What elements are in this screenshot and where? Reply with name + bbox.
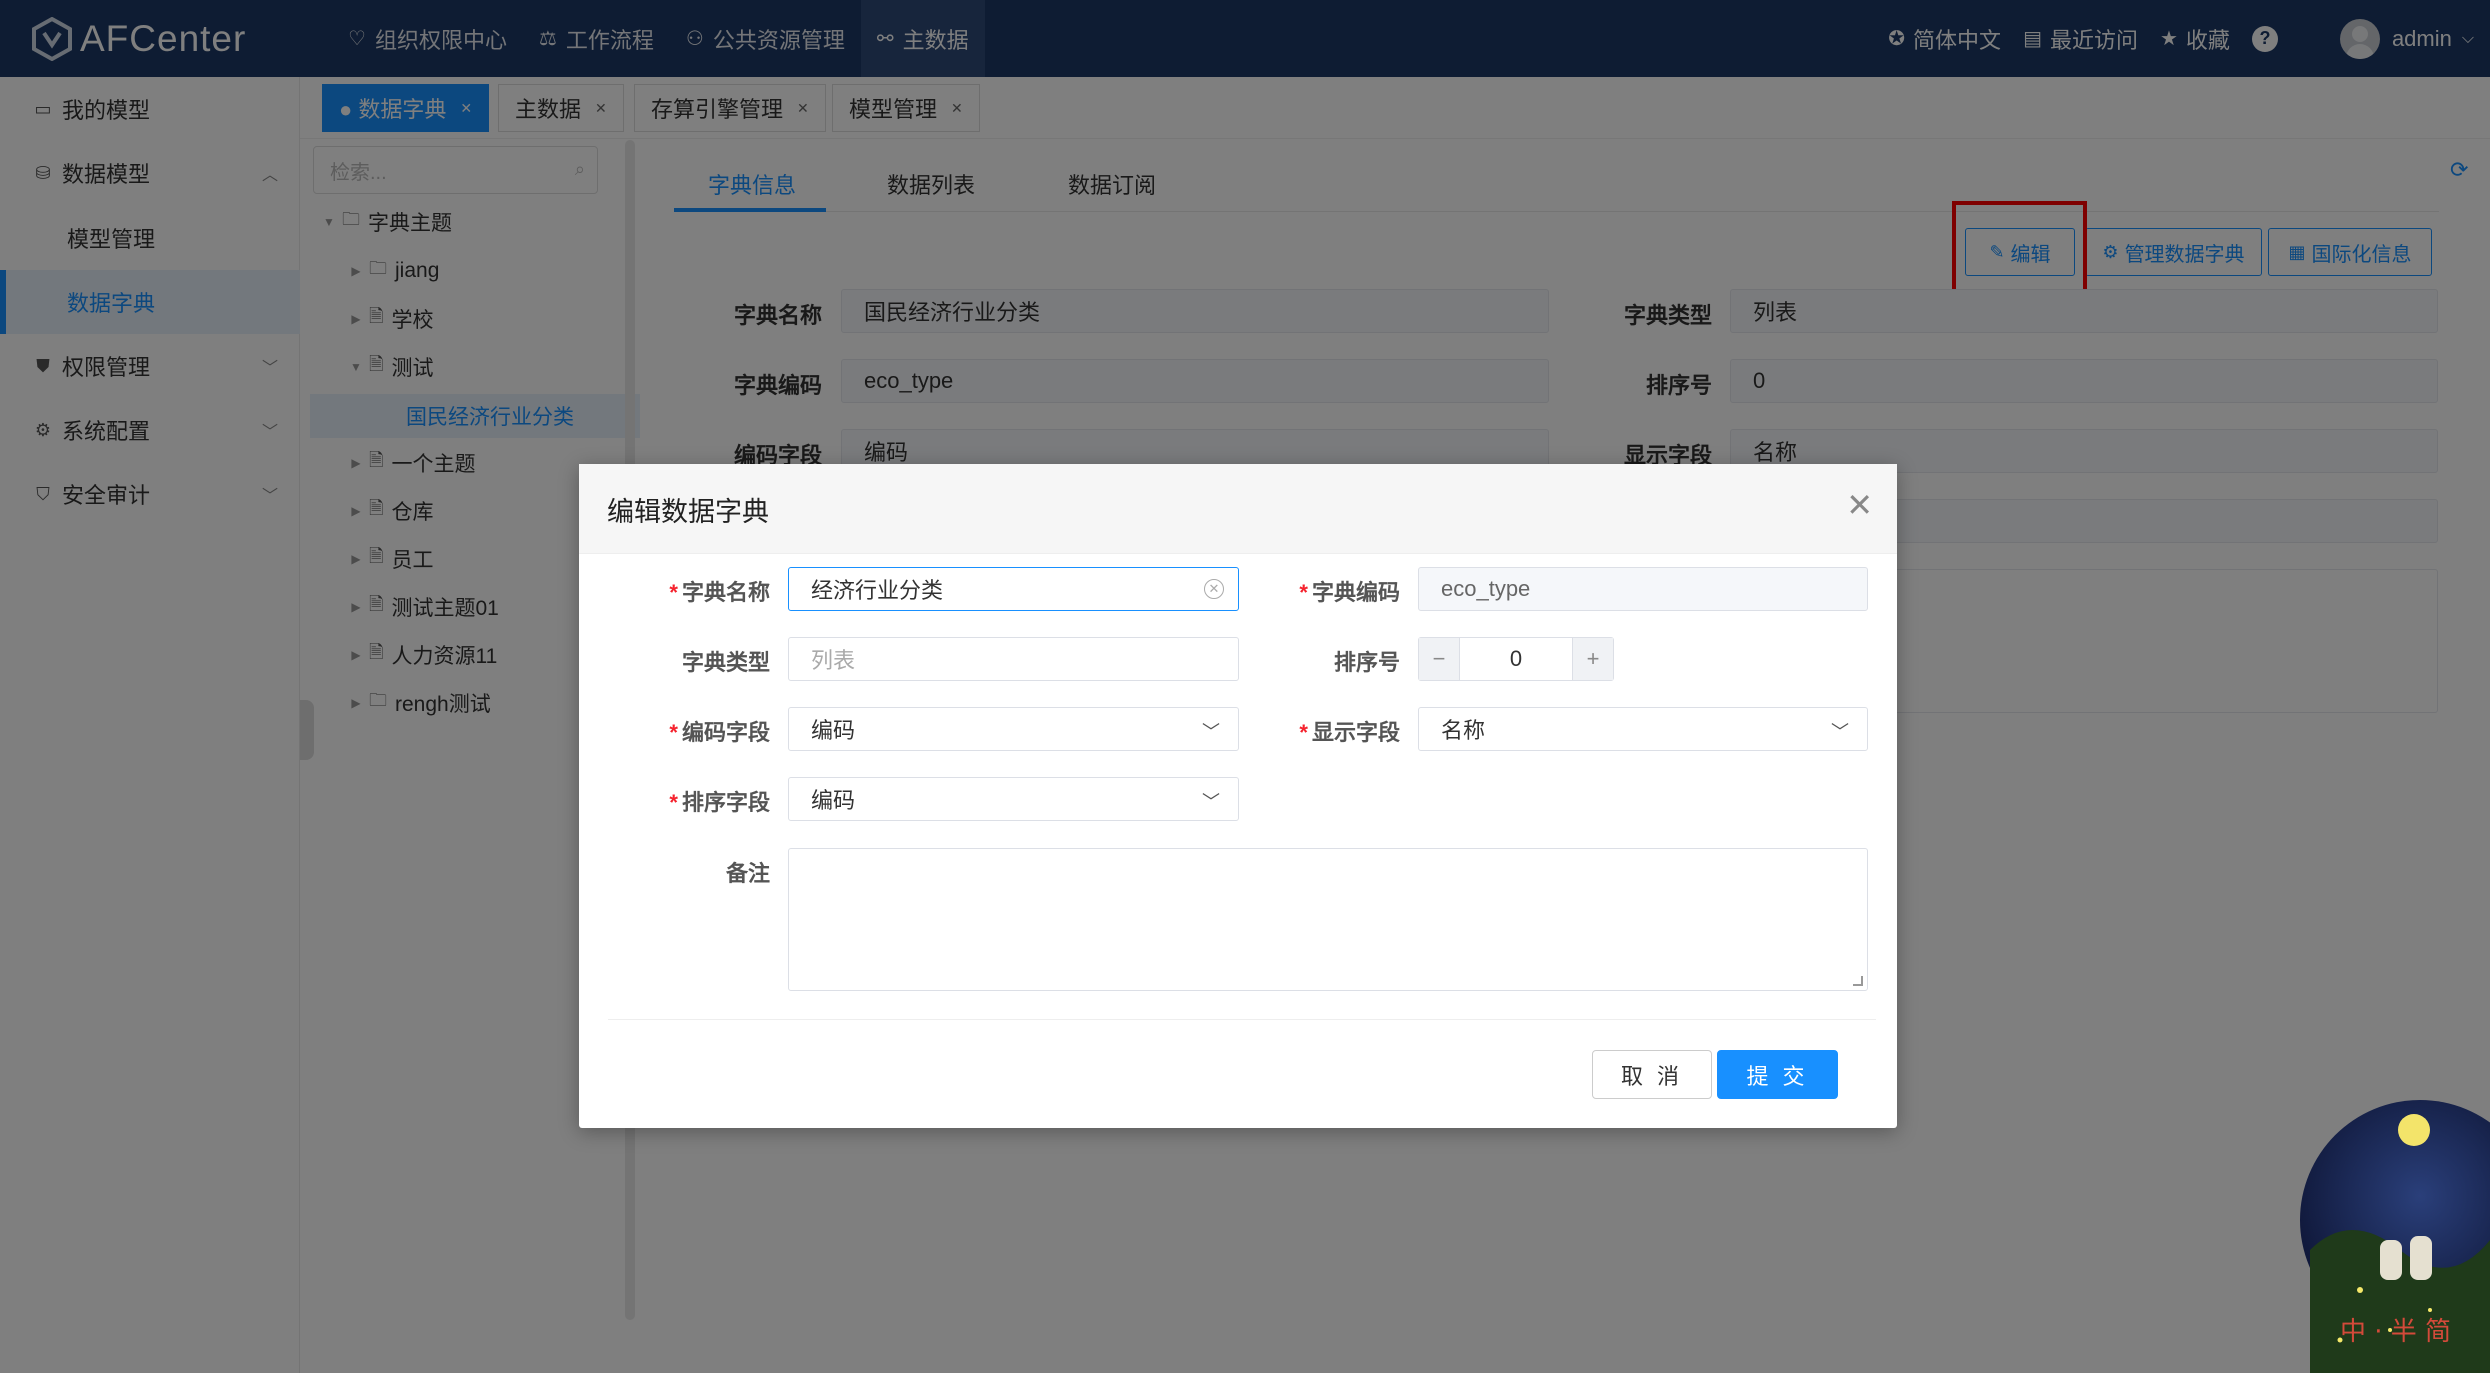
input-placeholder: 列表 bbox=[811, 648, 856, 673]
remark-textarea[interactable] bbox=[788, 848, 1868, 991]
required-mark: * bbox=[1299, 580, 1308, 605]
select-value: 名称 bbox=[1441, 718, 1486, 743]
form-label: * 编码字段 bbox=[590, 715, 770, 747]
submit-button[interactable]: 提 交 bbox=[1717, 1050, 1838, 1099]
resize-handle-icon[interactable] bbox=[1853, 976, 1863, 986]
form-label: * 字典名称 bbox=[590, 575, 770, 607]
dictionary-type-input[interactable]: 列表 bbox=[788, 637, 1239, 681]
required-mark: * bbox=[669, 720, 678, 745]
form-label: 备注 bbox=[590, 856, 770, 888]
label-text: 字典名称 bbox=[681, 580, 770, 605]
input-value: 经济行业分类 bbox=[811, 578, 944, 603]
label-text: 备注 bbox=[725, 861, 770, 886]
sort-field-select[interactable]: 编码 ﹀ bbox=[788, 777, 1239, 821]
display-field-select[interactable]: 名称 ﹀ bbox=[1418, 707, 1868, 751]
select-value: 编码 bbox=[811, 718, 856, 743]
decorative-mascot-widget[interactable]: 中 · 半 简 bbox=[2270, 1100, 2490, 1373]
moon-scene-image: 中 · 半 简 bbox=[2300, 1100, 2490, 1373]
chevron-down-icon: ﹀ bbox=[1831, 722, 1849, 742]
dictionary-name-input[interactable]: 经济行业分类 ✕ bbox=[788, 567, 1239, 611]
code-field-select[interactable]: 编码 ﹀ bbox=[788, 707, 1239, 751]
label-text: 排序字段 bbox=[681, 790, 770, 815]
form-label: 排序号 bbox=[1220, 645, 1400, 677]
select-value: 编码 bbox=[811, 788, 856, 813]
label-text: 字典编码 bbox=[1311, 580, 1400, 605]
label-text: 字典类型 bbox=[681, 650, 770, 675]
decoration-text: 中 · 半 简 bbox=[2340, 1317, 2451, 1347]
stepper-value[interactable]: 0 bbox=[1459, 638, 1573, 680]
order-stepper[interactable]: − 0 + bbox=[1418, 637, 1614, 681]
chevron-down-icon: ﹀ bbox=[1202, 722, 1220, 742]
minus-icon[interactable]: − bbox=[1419, 638, 1459, 680]
required-mark: * bbox=[669, 790, 678, 815]
form-label: 字典类型 bbox=[590, 645, 770, 677]
required-mark: * bbox=[1299, 720, 1308, 745]
dialog-footer-divider bbox=[608, 1019, 1876, 1020]
plus-icon[interactable]: + bbox=[1573, 638, 1613, 680]
label-text: 排序号 bbox=[1333, 650, 1400, 675]
label-text: 显示字段 bbox=[1311, 720, 1400, 745]
dialog-title: 编辑数据字典 bbox=[607, 497, 769, 527]
chevron-down-icon: ﹀ bbox=[1202, 792, 1220, 812]
dictionary-code-input: eco_type bbox=[1418, 567, 1868, 611]
form-label: * 排序字段 bbox=[590, 785, 770, 817]
close-icon[interactable]: ✕ bbox=[1846, 486, 1873, 524]
cancel-button[interactable]: 取 消 bbox=[1592, 1050, 1712, 1099]
form-label: * 字典编码 bbox=[1220, 575, 1400, 607]
form-label: * 显示字段 bbox=[1220, 715, 1400, 747]
required-mark: * bbox=[669, 580, 678, 605]
dialog-header: 编辑数据字典 ✕ bbox=[579, 464, 1897, 554]
input-value: eco_type bbox=[1441, 576, 1531, 601]
label-text: 编码字段 bbox=[681, 720, 770, 745]
